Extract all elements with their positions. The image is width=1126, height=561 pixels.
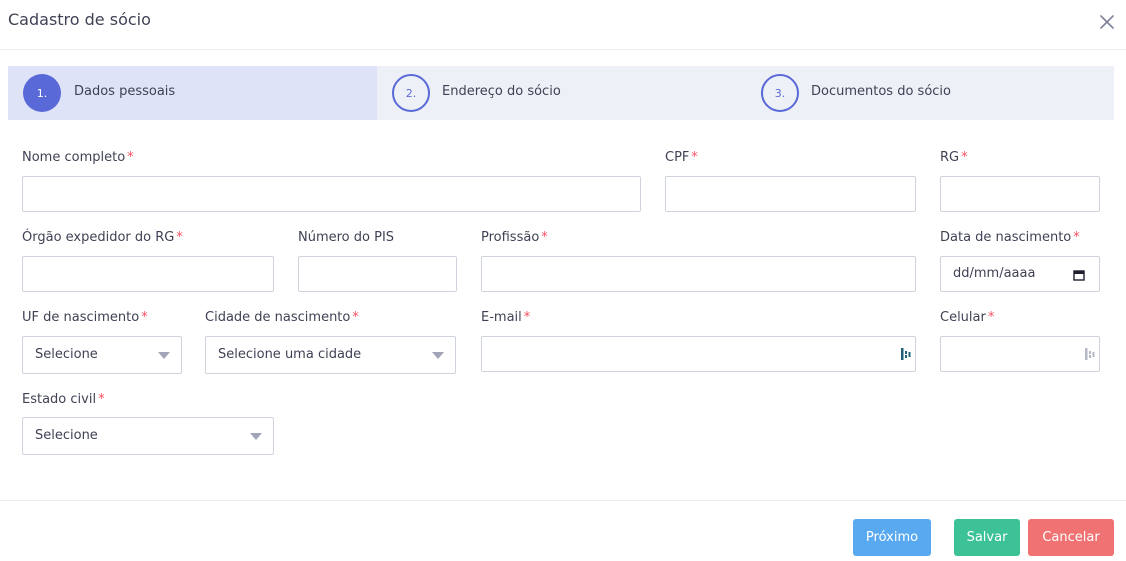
chevron-down-icon	[432, 352, 444, 359]
select-value: Selecione uma cidade	[218, 347, 362, 362]
chevron-down-icon	[158, 352, 170, 359]
modal-footer: Próximo Salvar Cancelar	[0, 500, 1126, 561]
celular-input[interactable]	[940, 336, 1100, 372]
step-label: Documentos do sócio	[811, 84, 951, 99]
step-documentos-socio[interactable]: 3. Documentos do sócio	[746, 66, 1114, 120]
email-label: E-mail *	[481, 310, 531, 325]
uf-nascimento-label: UF de nascimento *	[22, 310, 148, 325]
numero-pis-input[interactable]	[298, 256, 457, 292]
estado-civil-label: Estado civil *	[22, 392, 105, 407]
data-nascimento-label: Data de nascimento *	[940, 230, 1080, 245]
date-placeholder: dd/mm/aaaa	[953, 266, 1036, 281]
step-number: 3.	[761, 74, 799, 112]
profissao-input[interactable]	[481, 256, 916, 292]
profissao-label: Profissão *	[481, 230, 548, 245]
celular-label: Celular *	[940, 310, 995, 325]
cidade-nascimento-label: Cidade de nascimento *	[205, 310, 359, 325]
close-icon	[1100, 15, 1114, 29]
uf-nascimento-select[interactable]: Selecione	[22, 336, 182, 374]
rg-label: RG *	[940, 150, 968, 165]
select-value: Selecione	[35, 347, 98, 362]
cpf-label: CPF *	[665, 150, 698, 165]
numero-pis-label: Número do PIS	[298, 230, 395, 245]
save-button[interactable]: Salvar	[954, 519, 1020, 556]
orgao-expedidor-input[interactable]	[22, 256, 274, 292]
select-value: Selecione	[35, 428, 98, 443]
estado-civil-select[interactable]: Selecione	[22, 417, 274, 455]
close-button[interactable]	[1097, 12, 1117, 32]
step-number: 1.	[23, 74, 61, 112]
password-manager-icon[interactable]	[1084, 347, 1096, 361]
nome-completo-label: Nome completo *	[22, 150, 134, 165]
cidade-nascimento-select[interactable]: Selecione uma cidade	[205, 336, 456, 374]
modal-title: Cadastro de sócio	[8, 10, 151, 29]
next-button[interactable]: Próximo	[853, 519, 931, 556]
wizard-stepper: 1. Dados pessoais 2. Endereço do sócio 3…	[8, 66, 1114, 120]
nome-completo-input[interactable]	[22, 176, 641, 212]
step-endereco-socio[interactable]: 2. Endereço do sócio	[377, 66, 746, 120]
partner-registration-modal: Cadastro de sócio 1. Dados pessoais 2. E…	[0, 0, 1126, 561]
orgao-expedidor-label: Órgão expedidor do RG *	[22, 230, 183, 245]
data-nascimento-input[interactable]: dd/mm/aaaa	[940, 256, 1100, 292]
step-number: 2.	[392, 74, 430, 112]
step-label: Dados pessoais	[74, 84, 176, 99]
rg-input[interactable]	[940, 176, 1100, 212]
calendar-icon[interactable]	[1073, 269, 1085, 281]
cpf-input[interactable]	[665, 176, 916, 212]
cancel-button[interactable]: Cancelar	[1028, 519, 1114, 556]
modal-header: Cadastro de sócio	[0, 0, 1126, 50]
email-input[interactable]	[481, 336, 916, 372]
password-manager-icon[interactable]	[900, 347, 912, 361]
chevron-down-icon	[250, 433, 262, 440]
step-label: Endereço do sócio	[442, 84, 561, 99]
step-dados-pessoais[interactable]: 1. Dados pessoais	[8, 66, 377, 120]
